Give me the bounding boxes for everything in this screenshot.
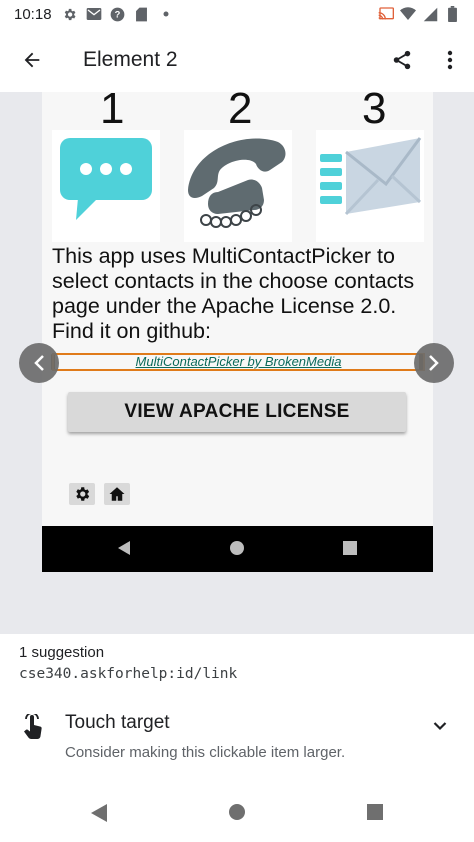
svg-text:?: ? [115, 9, 121, 19]
expand-suggestion-button[interactable] [428, 714, 452, 738]
arrow-back-icon [24, 52, 40, 68]
system-home-icon[interactable] [228, 803, 246, 821]
system-back-icon[interactable] [90, 803, 108, 823]
system-navigation-bar [0, 784, 474, 842]
wifi-icon [400, 6, 416, 22]
view-license-button[interactable]: VIEW APACHE LICENSE [68, 392, 406, 432]
home-icon [109, 487, 125, 501]
screenshot-preview: 1 2 3 This app uses MultiContactPicker t… [0, 92, 474, 634]
signal-icon [422, 6, 438, 22]
tile-envelope [316, 130, 424, 242]
digit-one: 1 [100, 92, 125, 133]
previous-element-button[interactable] [19, 343, 59, 383]
suggestion-title[interactable]: Touch target [65, 712, 170, 734]
app-bar: Element 2 [0, 28, 474, 92]
battery-icon [444, 6, 460, 22]
suggestions-panel: 1 suggestion cse340.askforhelp:id/link T… [0, 634, 474, 784]
chevron-down-icon [433, 722, 447, 731]
tile-phone [184, 130, 292, 242]
nav-home-icon [230, 541, 244, 555]
suggestion-count: 1 suggestion [19, 644, 105, 661]
license-paragraph: This app uses MultiContactPicker to sele… [52, 244, 415, 343]
system-recents-icon[interactable] [366, 803, 384, 821]
page-title: Element 2 [83, 48, 178, 71]
home-button[interactable] [104, 483, 130, 505]
sd-card-icon [134, 6, 150, 22]
chevron-left-icon [34, 355, 44, 371]
settings-button[interactable] [69, 483, 95, 505]
cast-icon [378, 6, 394, 22]
tile-chat [52, 130, 160, 242]
back-button[interactable] [0, 28, 64, 92]
share-icon [393, 50, 411, 70]
digit-three: 3 [362, 92, 387, 133]
app-navigation-bar [42, 526, 433, 572]
gear-icon [62, 6, 78, 22]
chat-bubble-icon [60, 138, 152, 220]
more-vert-icon [447, 50, 453, 70]
nav-back-icon [118, 541, 130, 555]
app-screenshot: 1 2 3 This app uses MultiContactPicker t… [42, 92, 433, 572]
help-icon: ? [110, 6, 126, 22]
envelope-icon [320, 137, 422, 216]
status-bar: 10:18 ? [0, 0, 474, 28]
status-time: 10:18 [14, 5, 52, 23]
digit-two: 2 [228, 92, 253, 133]
nav-recents-icon [343, 541, 357, 555]
next-element-button[interactable] [414, 343, 454, 383]
resource-id: cse340.askforhelp:id/link [19, 666, 238, 682]
share-button[interactable] [378, 28, 426, 92]
touch-hand-icon [22, 712, 44, 745]
github-link[interactable]: MultiContactPicker by BrokenMedia [52, 353, 425, 371]
chevron-right-icon [429, 355, 439, 371]
dot-icon [158, 6, 174, 22]
telephone-icon [188, 138, 286, 228]
suggestion-description: Consider making this clickable item larg… [65, 744, 346, 761]
gear-icon [76, 487, 90, 501]
gmail-icon [86, 6, 102, 22]
more-options-button[interactable] [426, 28, 474, 92]
